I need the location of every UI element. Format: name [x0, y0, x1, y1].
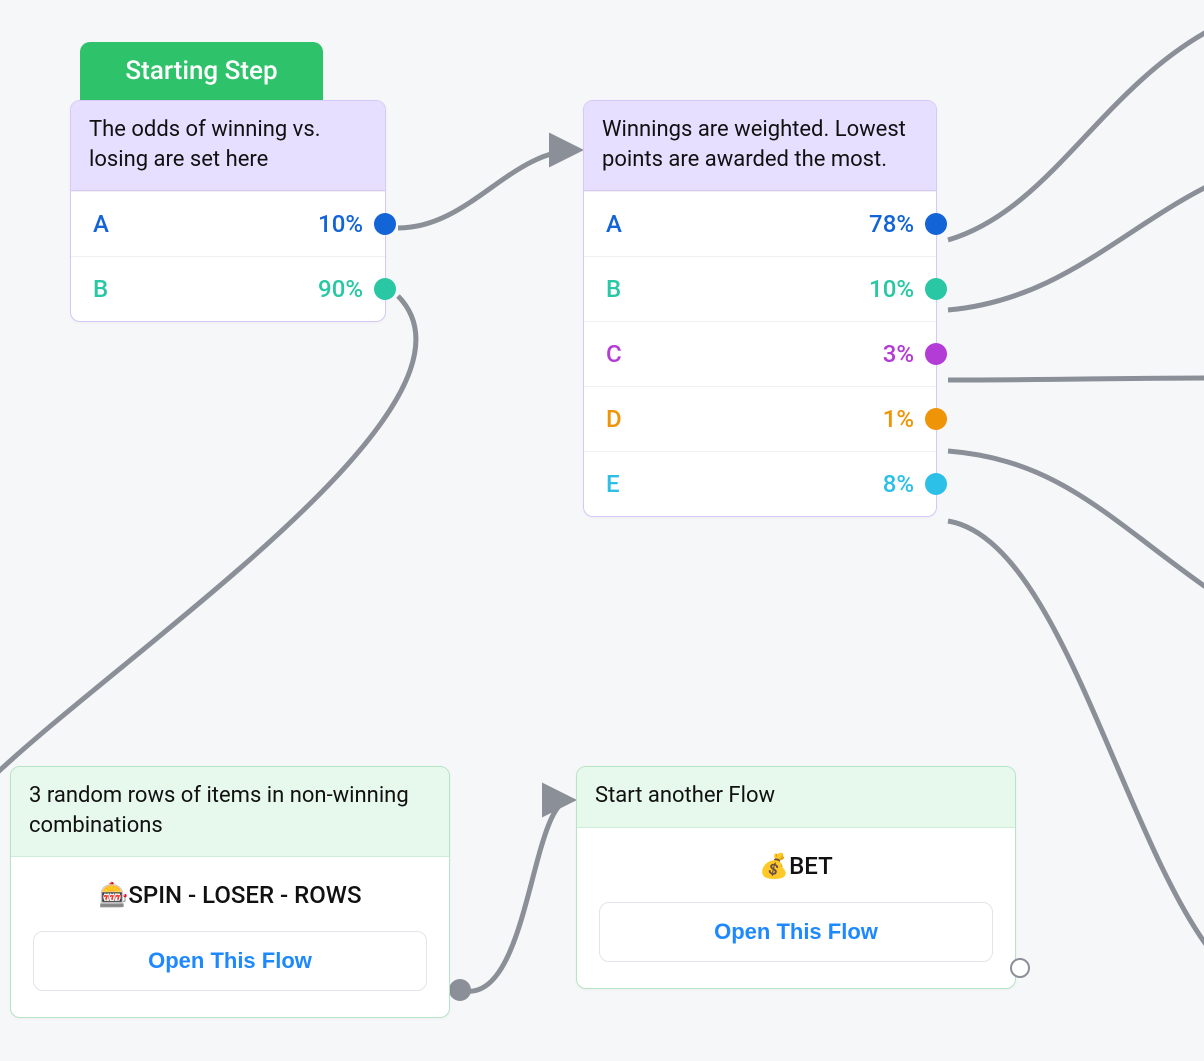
winnings-node[interactable]: Winnings are weighted. Lowest points are… — [583, 100, 937, 517]
output-port[interactable] — [925, 343, 947, 365]
row-value: 90% — [318, 275, 363, 303]
loser-flow-header: 3 random rows of items in non-winning co… — [11, 767, 449, 857]
bet-flow-name: BET — [789, 852, 833, 880]
loser-flow-node[interactable]: 3 random rows of items in non-winning co… — [10, 766, 450, 1018]
row-label: A — [93, 210, 109, 238]
loser-flow-name: SPIN - LOSER - ROWS — [128, 881, 361, 909]
open-flow-button[interactable]: Open This Flow — [33, 931, 427, 991]
output-port[interactable] — [925, 473, 947, 495]
winnings-row-b[interactable]: B 10% — [584, 256, 936, 321]
winnings-row-e[interactable]: E 8% — [584, 451, 936, 516]
row-value: 3% — [883, 340, 914, 368]
winnings-row-d[interactable]: D 1% — [584, 386, 936, 451]
bet-flow-node[interactable]: Start another Flow 💰BET Open This Flow — [576, 766, 1016, 989]
row-value: 78% — [869, 210, 914, 238]
output-port[interactable] — [925, 213, 947, 235]
slot-machine-icon: 🎰 — [99, 881, 129, 909]
output-port[interactable] — [374, 213, 396, 235]
money-bag-icon: 💰 — [759, 852, 789, 880]
output-port[interactable] — [374, 278, 396, 300]
row-value: 10% — [318, 210, 363, 238]
row-value: 8% — [883, 470, 914, 498]
odds-row-b[interactable]: B 90% — [71, 256, 385, 321]
starting-step-label: Starting Step — [125, 56, 277, 86]
row-label: E — [606, 470, 620, 498]
odds-node[interactable]: The odds of winning vs. losing are set h… — [70, 100, 386, 322]
row-value: 1% — [883, 405, 914, 433]
output-port[interactable] — [925, 408, 947, 430]
loser-flow-title: 🎰SPIN - LOSER - ROWS — [33, 881, 427, 909]
output-port-empty[interactable] — [1010, 958, 1030, 978]
row-value: 10% — [869, 275, 914, 303]
bet-flow-title: 💰BET — [599, 852, 993, 880]
row-label: C — [606, 340, 622, 368]
odds-node-header: The odds of winning vs. losing are set h… — [71, 101, 385, 191]
row-label: B — [606, 275, 621, 303]
open-flow-button[interactable]: Open This Flow — [599, 902, 993, 962]
row-label: B — [93, 275, 108, 303]
row-label: A — [606, 210, 622, 238]
bet-flow-header: Start another Flow — [577, 767, 1015, 828]
output-port[interactable] — [925, 278, 947, 300]
row-label: D — [606, 405, 622, 433]
winnings-node-header: Winnings are weighted. Lowest points are… — [584, 101, 936, 191]
winnings-row-a[interactable]: A 78% — [584, 191, 936, 256]
odds-row-a[interactable]: A 10% — [71, 191, 385, 256]
winnings-row-c[interactable]: C 3% — [584, 321, 936, 386]
starting-step-tab: Starting Step — [80, 42, 323, 100]
